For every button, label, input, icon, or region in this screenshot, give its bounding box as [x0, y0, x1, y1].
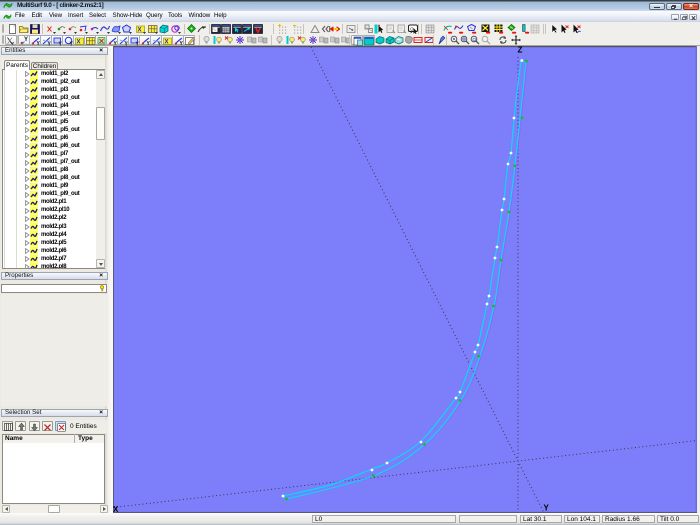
svg-text:X: X [113, 505, 119, 513]
svg-text:Q: Q [473, 37, 477, 42]
svg-text:Q: Q [410, 26, 414, 31]
svg-text:X: X [138, 27, 142, 33]
svg-text:Z: Z [518, 46, 523, 55]
svg-text:Y: Y [544, 504, 550, 513]
svg-text:X: X [76, 40, 80, 46]
svg-text:X: X [164, 40, 168, 46]
